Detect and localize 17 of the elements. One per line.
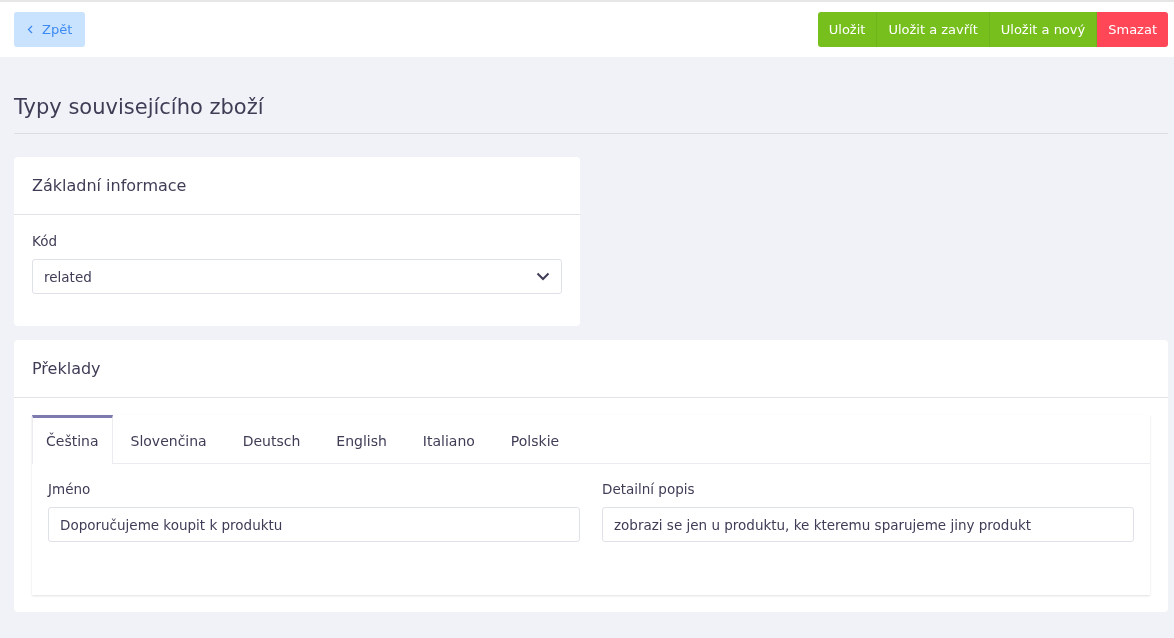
language-tab[interactable]: Italiano [404, 415, 493, 464]
language-tab[interactable]: Čeština [32, 415, 113, 464]
page-title: Typy souvisejícího zboží [14, 57, 1168, 134]
language-tab[interactable]: Slovenčina [112, 415, 225, 464]
select-field[interactable]: related [32, 259, 562, 294]
field-label: Detailní popis [602, 481, 696, 497]
input-field[interactable]: zobrazi se jen u produktu, ke kteremu sparujeme jiny produkt [602, 507, 1134, 542]
field-label: Kód [32, 233, 58, 249]
field-label: Jméno [48, 481, 92, 497]
card-title: Překlady [14, 340, 1168, 398]
chevron-left-icon [27, 25, 33, 34]
language-tab[interactable]: English [318, 415, 405, 464]
language-tab[interactable]: Polskie [492, 415, 578, 464]
language-tab[interactable]: Deutsch [224, 415, 319, 464]
input-field[interactable]: Doporučujeme koupit k produktu [48, 507, 580, 542]
chevron-down-icon [536, 272, 550, 281]
card-title: Základní informace [14, 157, 580, 215]
